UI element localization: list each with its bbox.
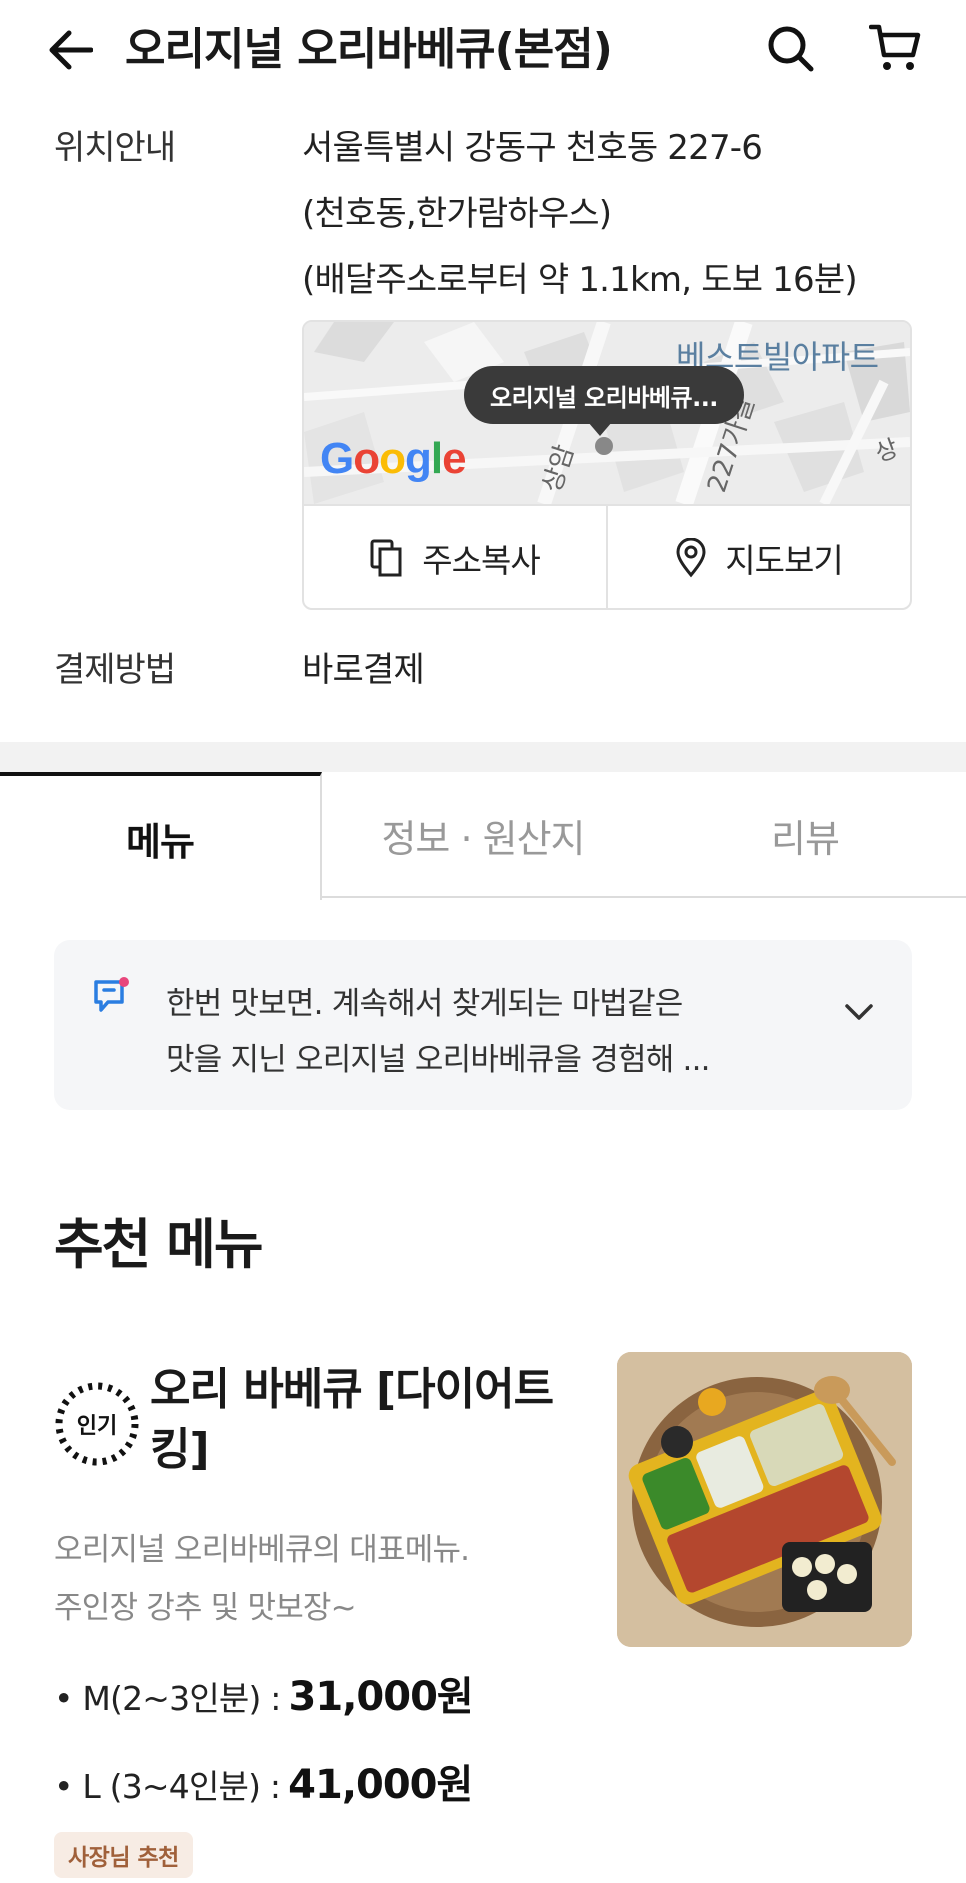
app-header: 오리지널 오리바베큐(본점): [0, 0, 966, 100]
notice-line2: 맛을 지닌 오리지널 오리바베큐을 경험해 ...: [166, 1042, 710, 1078]
address-line1: 서울특별시 강동구 천호동 227-6: [302, 128, 763, 168]
search-button[interactable]: [760, 18, 820, 78]
copy-icon: [370, 539, 402, 577]
section-title: 추천 메뉴: [54, 1213, 264, 1276]
payment-value: 바로결제: [302, 650, 425, 690]
distance-info: (배달주소로부터 약 1.1km, 도보 16분): [302, 260, 858, 300]
chevron-down-icon[interactable]: [844, 1002, 874, 1026]
tab-menu[interactable]: 메뉴: [0, 772, 322, 900]
menu-item-name[interactable]: 오리 바베큐 [다이어트킹]: [150, 1360, 570, 1480]
payment-label: 결제방법: [54, 650, 176, 690]
food-photo-image: [617, 1352, 912, 1647]
cart-icon: [869, 24, 921, 70]
notice-icon: [92, 976, 132, 1020]
price-row-l: • L (3~4인분) : 41,000원: [54, 1752, 473, 1810]
owner-recommend-badge: 사장님 추천: [54, 1832, 193, 1878]
arrow-left-icon: [49, 30, 93, 70]
map-actions: 주소복사 지도보기: [304, 504, 910, 608]
menu-item-photo[interactable]: [617, 1352, 912, 1647]
price-option: • M(2~3인분) :: [54, 1679, 281, 1718]
price-row-m: • M(2~3인분) : 31,000원: [54, 1664, 474, 1722]
section-separator: [0, 742, 966, 772]
price-value: 41,000원: [288, 1762, 473, 1808]
back-button[interactable]: [40, 20, 100, 80]
map-view[interactable]: 상암 227가길 상 베스트빌아파트 오리지널 오리바베큐... Google: [304, 322, 910, 504]
view-map-label: 지도보기: [725, 541, 843, 580]
location-pin-icon: [676, 538, 706, 578]
tab-info-origin[interactable]: 정보 · 원산지: [322, 772, 644, 898]
menu-item-desc-line2: 주인장 강추 및 맛보장~: [54, 1590, 357, 1626]
map-card: 상암 227가길 상 베스트빌아파트 오리지널 오리바베큐... Google …: [302, 320, 912, 610]
address-line2: (천호동,한가람하우스): [302, 194, 612, 234]
cart-button[interactable]: [865, 18, 925, 78]
store-notice[interactable]: 한번 맛보면. 계속해서 찾게되는 마법같은 맛을 지닌 오리지널 오리바베큐을…: [54, 940, 912, 1110]
page-title: 오리지널 오리바베큐(본점): [125, 24, 613, 75]
map-marker-tooltip: 오리지널 오리바베큐...: [464, 366, 744, 436]
copy-address-button[interactable]: 주소복사: [304, 506, 606, 608]
search-icon: [768, 26, 814, 72]
price-value: 31,000원: [288, 1674, 474, 1720]
tab-bar: 메뉴 정보 · 원산지 리뷰: [0, 772, 966, 900]
price-option: • L (3~4인분) :: [54, 1767, 281, 1806]
copy-address-label: 주소복사: [422, 541, 540, 580]
google-logo: Google: [320, 434, 467, 483]
tab-reviews[interactable]: 리뷰: [644, 772, 966, 898]
popular-badge-label: 인기: [76, 1414, 118, 1439]
view-map-button[interactable]: 지도보기: [606, 506, 910, 608]
popular-badge: 인기: [54, 1381, 140, 1467]
notice-line1: 한번 맛보면. 계속해서 찾게되는 마법같은: [166, 986, 683, 1022]
menu-item-desc-line1: 오리지널 오리바베큐의 대표메뉴.: [54, 1532, 470, 1568]
location-label: 위치안내: [54, 128, 176, 168]
